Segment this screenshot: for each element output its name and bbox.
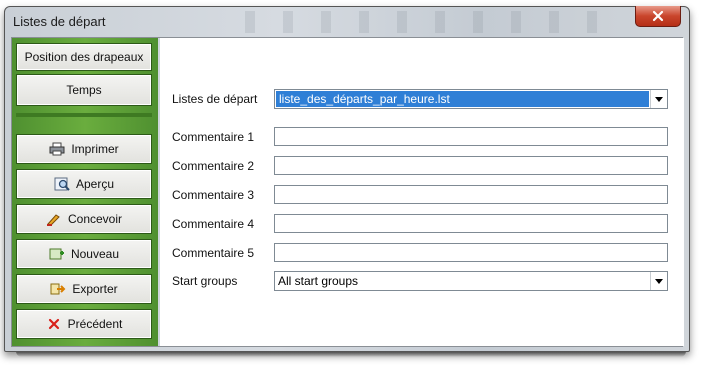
new-icon bbox=[49, 248, 64, 260]
position-drapeaux-button[interactable]: Position des drapeaux bbox=[16, 43, 152, 71]
startgroups-select[interactable]: All start groups bbox=[274, 271, 668, 291]
startgroups-label: Start groups bbox=[172, 274, 238, 288]
comment2-field[interactable] bbox=[274, 156, 668, 175]
chevron-down-icon bbox=[655, 96, 663, 102]
listes-value: liste_des_départs_par_heure.lst bbox=[276, 91, 649, 107]
comment5-label: Commentaire 5 bbox=[172, 246, 255, 260]
concevoir-label: Concevoir bbox=[67, 212, 123, 226]
window-title: Listes de départ bbox=[13, 14, 106, 29]
comment5-field[interactable] bbox=[274, 243, 668, 262]
comment2-label: Commentaire 2 bbox=[172, 159, 255, 173]
form-panel: Listes de départ liste_des_départs_par_h… bbox=[158, 38, 684, 346]
close-button[interactable] bbox=[635, 6, 681, 27]
comment3-label: Commentaire 3 bbox=[172, 188, 255, 202]
imprimer-label: Imprimer bbox=[71, 142, 119, 156]
nouveau-button[interactable]: Nouveau bbox=[16, 239, 152, 269]
chevron-down-icon bbox=[655, 278, 663, 284]
listes-dropdown-button[interactable] bbox=[650, 90, 667, 108]
design-icon bbox=[46, 214, 60, 226]
apercu-button[interactable]: Aperçu bbox=[16, 169, 152, 199]
printer-icon bbox=[49, 142, 65, 156]
dialog-window: Listes de départ Position des drapeaux T… bbox=[4, 6, 690, 352]
imprimer-button[interactable]: Imprimer bbox=[16, 134, 152, 164]
cross-icon bbox=[48, 318, 59, 330]
concevoir-button[interactable]: Concevoir bbox=[16, 204, 152, 234]
panel-divider bbox=[16, 113, 152, 117]
temps-button[interactable]: Temps bbox=[16, 74, 152, 106]
exporter-label: Exporter bbox=[72, 282, 118, 296]
preview-icon bbox=[54, 177, 70, 191]
comment1-label: Commentaire 1 bbox=[172, 130, 255, 144]
title-bar-background bbox=[245, 11, 625, 33]
startgroups-value: All start groups bbox=[278, 274, 359, 288]
export-icon bbox=[50, 283, 66, 295]
listes-select[interactable]: liste_des_départs_par_heure.lst bbox=[274, 89, 668, 109]
precedent-label: Précédent bbox=[67, 317, 123, 331]
comment4-label: Commentaire 4 bbox=[172, 217, 255, 231]
exporter-button[interactable]: Exporter bbox=[16, 274, 152, 304]
precedent-button[interactable]: Précédent bbox=[16, 309, 152, 339]
comment4-field[interactable] bbox=[274, 214, 668, 233]
startgroups-dropdown-button[interactable] bbox=[650, 272, 667, 290]
left-button-panel: Position des drapeaux Temps Imprimer Ape… bbox=[12, 38, 158, 346]
comment3-field[interactable] bbox=[274, 185, 668, 204]
client-area: Position des drapeaux Temps Imprimer Ape… bbox=[11, 37, 684, 347]
title-bar[interactable]: Listes de départ bbox=[5, 6, 689, 37]
listes-label: Listes de départ bbox=[172, 92, 258, 106]
nouveau-label: Nouveau bbox=[70, 247, 120, 261]
temps-label: Temps bbox=[66, 83, 102, 97]
position-drapeaux-label: Position des drapeaux bbox=[24, 50, 144, 64]
apercu-label: Aperçu bbox=[75, 177, 115, 191]
comment1-field[interactable] bbox=[274, 127, 668, 146]
close-icon bbox=[652, 10, 664, 22]
